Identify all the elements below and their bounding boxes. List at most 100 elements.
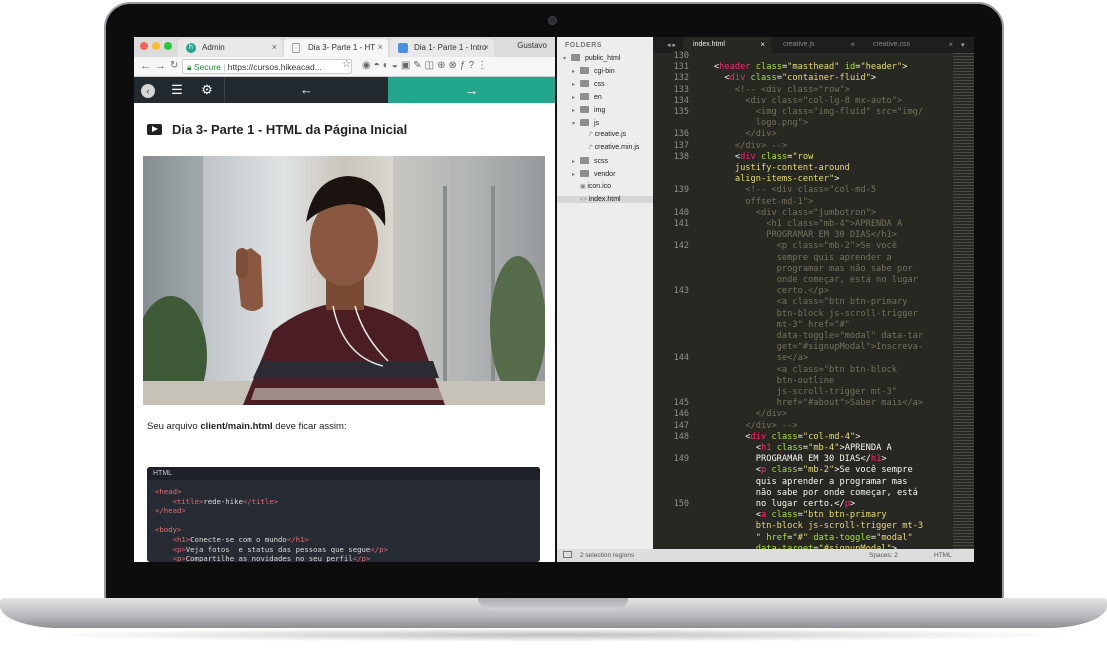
back-circle-button[interactable]: ‹ <box>140 77 156 103</box>
tree-item[interactable]: ▸ scss <box>557 157 653 165</box>
code-token: data-toggle="modal" data-tar <box>693 331 924 341</box>
code-line: </div> --> <box>693 141 787 152</box>
code-token: "header" <box>860 62 903 73</box>
snippet-token: <h1> <box>172 535 191 544</box>
list-icon: ☰ <box>171 82 183 97</box>
line-number: 137 <box>673 140 689 151</box>
browser-tab-lesson[interactable]: Dia 3- Parte 1 - HT × <box>284 39 388 57</box>
code-token: class <box>766 465 798 476</box>
instruction-prefix: Seu arquivo <box>147 421 201 432</box>
tree-item[interactable]: ▾ js <box>557 118 653 127</box>
line-number: 140 <box>673 207 689 218</box>
editor-tab-creative-js[interactable]: creative.js × <box>773 37 861 53</box>
close-window-button[interactable] <box>140 42 148 50</box>
lesson-video[interactable] <box>143 156 545 405</box>
next-lesson-button[interactable]: → <box>388 77 555 103</box>
code-token: <div class="col-lg-8 mx-auto"> <box>693 95 903 106</box>
editor-tab-creative-css[interactable]: creative.css × <box>863 37 959 53</box>
bookmark-star-icon[interactable]: ☆ <box>342 59 351 70</box>
tree-item[interactable]: /* creative.min.js <box>557 144 653 151</box>
tree-item[interactable]: ▾ public_html <box>557 54 653 62</box>
minimize-window-button[interactable] <box>152 42 160 50</box>
code-line: align-items-center"> <box>693 174 840 185</box>
tree-item[interactable]: /* creative.js <box>557 131 653 138</box>
line-number: 132 <box>673 73 689 84</box>
code-line: <div class="col-lg-8 mx-auto"> <box>693 96 902 107</box>
tab-label: Admin <box>202 43 225 52</box>
profile-name[interactable]: Gustavo <box>517 41 547 50</box>
snippet-token: rede-hike <box>203 496 243 506</box>
code-line: logo.png"> <box>693 118 808 129</box>
code-token: href <box>761 532 788 543</box>
reload-icon[interactable]: ↻ <box>170 60 178 71</box>
code-token: > <box>881 454 887 465</box>
syntax-status[interactable]: HTML <box>934 552 952 559</box>
minimap[interactable] <box>953 53 974 549</box>
tab-label: Dia 1- Parte 1 - Intro <box>414 43 487 52</box>
back-arrow-icon[interactable]: ← <box>140 60 151 72</box>
extension-icons[interactable]: ◉◓◐◒▣✎◫⊕⊗ƒ?⋮ <box>362 60 490 71</box>
chevron-right-icon: ▸ <box>572 107 576 114</box>
editor-tab-label: creative.js <box>783 41 815 48</box>
tree-item[interactable]: ▸ en <box>557 92 653 101</box>
snippet-token <box>155 545 173 554</box>
address-bar-row: ← → ↻ 🔒︎ Secure | https://cursos.hikeaca… <box>134 57 555 77</box>
code-token: "btn btn-primary <box>802 510 887 521</box>
browser-tab-admin[interactable]: h Admin × <box>178 39 282 57</box>
browser-tab-intro[interactable]: Dia 1- Parte 1 - Intro × <box>390 39 494 57</box>
chevron-down-icon: ▾ <box>563 56 567 62</box>
code-token: no lugar certo.</ <box>693 499 845 509</box>
close-tab-icon[interactable]: × <box>850 40 855 49</box>
chevron-right-icon: ▸ <box>572 81 576 88</box>
chevron-right-icon: ▸ <box>572 94 576 101</box>
code-text-area[interactable]: <header class="masthead" id="header"> <d… <box>693 53 953 549</box>
settings-button[interactable]: ⚙ <box>196 77 218 103</box>
close-tab-icon[interactable]: × <box>760 40 765 49</box>
close-tab-icon[interactable]: × <box>484 42 489 52</box>
code-token: </div> <box>693 409 788 420</box>
code-token: btn-outline <box>693 375 835 386</box>
previous-lesson-button[interactable]: ← <box>224 77 388 103</box>
tree-item[interactable]: ▸ css <box>557 79 653 88</box>
code-token: >APRENDA A <box>839 443 892 453</box>
folder-icon <box>580 170 589 178</box>
tree-item[interactable]: ▣ icon.ico <box>557 183 653 190</box>
url-input[interactable]: 🔒︎ Secure | https://cursos.hikeacad... <box>182 59 352 74</box>
forward-arrow-icon[interactable]: → <box>155 60 166 72</box>
code-line: justify-content-around <box>693 163 850 174</box>
tree-item[interactable]: ▸ vendor <box>557 170 653 178</box>
code-token: "container-fluid" <box>781 73 871 84</box>
close-tab-icon[interactable]: × <box>948 40 953 49</box>
editor-tab-index[interactable]: index.html × <box>683 37 771 53</box>
tree-item-label: js <box>594 119 600 127</box>
lock-icon: 🔒︎ <box>187 62 194 72</box>
chevron-down-icon: ▾ <box>572 120 576 127</box>
indentation-status[interactable]: Spaces: 2 <box>869 552 898 559</box>
code-token: programar mas não sabe por <box>693 263 913 274</box>
maximize-window-button[interactable] <box>164 42 172 50</box>
snippet-line: <title>rede-hike</title> <box>155 497 278 506</box>
code-token: < <box>693 151 741 162</box>
laptop-screen: h Admin × Dia 3- Parte 1 - HT × Dia 1- P… <box>134 37 974 562</box>
close-tab-icon[interactable]: × <box>378 42 383 52</box>
tab-dropdown-icon[interactable]: ▾ <box>959 37 973 53</box>
code-token: data-toggle <box>808 532 871 543</box>
close-tab-icon[interactable]: × <box>272 42 277 52</box>
selection-status: 2 selection regions <box>580 552 635 559</box>
code-token: </div> --> <box>693 140 788 151</box>
chevron-right-icon: ▸ <box>572 172 576 179</box>
code-token: justify-content-around <box>693 163 850 173</box>
tree-item[interactable]: ▸ cgi-bin <box>557 66 653 75</box>
snippet-token: <p> <box>172 544 186 554</box>
code-line: não sabe por onde começar, está <box>693 488 918 499</box>
code-line: PROGRAMAR EM 30 DIAS</h1> <box>693 454 887 465</box>
tree-item[interactable]: ▸ img <box>557 105 653 114</box>
code-line: <div class="jumbotron"> <box>693 208 876 219</box>
snippet-token: Compartilhe as novidades no seu perfil <box>185 554 353 562</box>
code-line: no lugar certo.</p> <box>693 499 855 510</box>
panel-toggle-icon[interactable] <box>563 551 572 558</box>
folder-icon <box>571 54 580 61</box>
tree-item[interactable]: <> index.html <box>557 195 653 203</box>
code-line: <h1 class="mb-4">APRENDA A <box>693 219 902 230</box>
lesson-list-button[interactable]: ☰ <box>166 77 188 103</box>
